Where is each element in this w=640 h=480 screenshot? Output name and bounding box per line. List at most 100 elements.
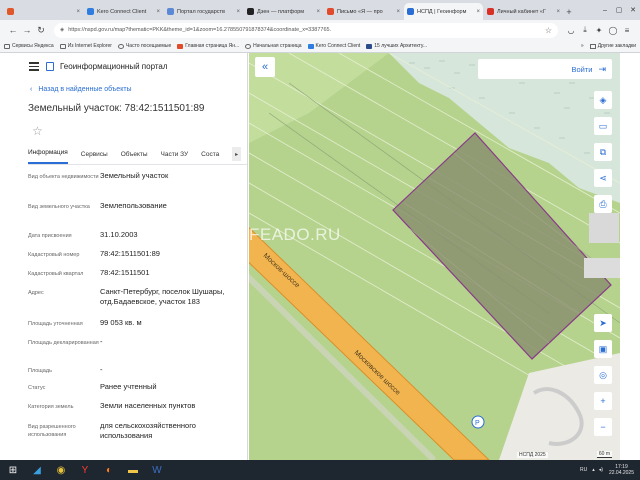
close-tab-icon[interactable]: × [396,9,400,15]
url-field[interactable]: ◈ https://nspd.gov.ru/map?thematic=PKK&t… [54,22,558,38]
property-row: Площадь уточненная 99 053 кв. м [28,318,247,337]
login-arrow-icon: ⇥ [598,63,606,74]
rectangle-icon: ▭ [598,120,608,131]
menu-icon[interactable]: ≡ [620,26,634,35]
back-to-results-link[interactable]: ‹ Назад в найденные объекты [0,79,247,99]
reload-icon[interactable]: ↻ [34,25,48,36]
close-tab-icon[interactable]: × [156,9,160,15]
property-value: 99 053 кв. м [100,318,142,327]
property-row: Вид объекта недвижимости Земельный участо… [28,171,247,201]
browser-tab[interactable]: × [4,3,83,20]
tab-label: Портал государств [177,8,225,15]
bookmark-item[interactable]: Начальная страница [245,43,302,49]
tab-information[interactable]: Информация [28,149,68,164]
tab-composition[interactable]: Соста [201,151,219,164]
tray-arrow-icon[interactable]: ▴ [592,467,595,473]
language-indicator[interactable]: RU [580,467,587,473]
close-tab-icon[interactable]: × [476,9,480,15]
map-copyright: НСПД 2025 [517,452,548,458]
browser-tab[interactable]: Kero Connect Client × [84,3,163,20]
property-key: Вид земельного участка [28,204,90,210]
zoom-in-button[interactable]: + [594,392,612,410]
close-window-icon[interactable]: ✕ [626,6,640,14]
locate-tool-button[interactable]: ➤ [594,314,612,332]
bookmark-item[interactable]: 15 лучших Архитекту... [366,43,427,49]
forward-arrow-icon[interactable]: → [20,25,34,35]
taskbar-app[interactable]: ▬ [122,461,144,479]
folder-icon [59,43,66,49]
print-tool-button[interactable]: ⎙ [594,195,612,213]
maximize-icon[interactable]: ▢ [612,6,626,14]
property-value: 78:42:1511501:89 [100,249,160,258]
tab-label: Личный кабинет «Г [497,8,546,15]
clock[interactable]: 17:19 22.04.2025 [609,464,634,476]
layers-tool-button[interactable]: ◈ [594,91,612,109]
browser-tab[interactable]: Дзен — платформ × [244,3,323,20]
bookmark-star-icon[interactable]: ☆ [545,26,552,35]
geolocation-tool-button[interactable]: ◎ [594,366,612,384]
browser-tab[interactable]: Портал государств × [164,3,243,20]
new-tab-button[interactable]: + [564,3,574,20]
tab-favicon-icon [407,8,414,15]
volume-icon[interactable]: ◂) [599,467,603,473]
map-mode-tool-button[interactable]: ▭ [594,117,612,135]
back-arrow-icon[interactable]: ← [6,25,20,35]
bookmark-item[interactable]: Главная страница Ян... [177,43,239,49]
basemap-tool-button[interactable]: ▣ [594,340,612,358]
close-tab-icon[interactable]: × [76,9,80,15]
tab-favicon-icon [247,8,254,15]
close-tab-icon[interactable]: × [556,9,560,15]
other-bookmarks[interactable]: » Другие закладки [581,43,636,49]
tab-objects[interactable]: Объекты [121,151,148,164]
pocket-icon[interactable]: ◡ [564,26,578,35]
browser-tab-active[interactable]: НСПД | Геоинформ × [404,3,483,20]
download-icon[interactable]: ⤓ [578,25,592,35]
windows-logo-icon: ⊞ [8,464,18,476]
start-button[interactable]: ⊞ [2,461,24,479]
property-key: Площадь [28,368,52,374]
other-bookmarks-label: Другие закладки [597,43,636,49]
bookmark-label: 15 лучших Архитекту... [374,43,428,49]
hamburger-menu-icon[interactable] [29,62,39,73]
word-icon: W [152,464,162,476]
map-canvas[interactable]: P Москов-шоссе Московское шоссе FEADO.RU… [249,53,620,460]
tabs-scroll-right-icon[interactable]: ▸ [232,147,241,161]
taskbar-app[interactable]: ◉ [50,461,72,479]
account-icon[interactable]: ◯ [606,26,620,35]
info-tabs: Информация Сервисы Объекты Части ЗУ Сост… [28,145,247,165]
share-tool-button[interactable]: ⋖ [594,169,612,187]
property-key: Кадастровый номер [28,252,80,258]
browser-tab[interactable]: Письмо «Я — про × [324,3,403,20]
taskbar-app[interactable]: W [146,461,168,479]
login-button[interactable]: Войти ⇥ [478,59,612,79]
bookmark-label: Начальная страница [253,43,302,49]
extension-icon[interactable]: ✦ [592,26,606,35]
close-tab-icon[interactable]: × [316,9,320,15]
folder-icon [4,43,10,49]
clock-date: 22.04.2025 [608,470,634,476]
zoom-out-button[interactable]: − [594,418,612,436]
bookmark-item[interactable]: Часто посещаемые [117,43,171,49]
property-key: Категория земель [28,404,74,410]
browser-tab[interactable]: Личный кабинет «Г × [484,3,563,20]
tab-parcel-parts[interactable]: Части ЗУ [161,151,189,164]
close-tab-icon[interactable]: × [236,9,240,15]
tab-services[interactable]: Сервисы [81,151,108,164]
chrome-icon: ◉ [56,464,66,476]
taskbar-app[interactable]: ◢ [26,461,48,479]
favorite-star-icon[interactable]: ☆ [0,117,247,145]
print-icon: ⎙ [599,198,607,209]
chevron-left-icon: ‹ [30,85,33,93]
kero-icon [307,43,314,49]
collapse-panel-button[interactable]: « [255,57,275,77]
property-row: Кадастровый квартал 78:42:1511501 [28,268,247,287]
bookmark-item[interactable]: Из Internet Explorer [59,43,112,49]
plus-icon: + [600,396,606,406]
bookmark-item[interactable]: Kero Connect Client [307,43,360,49]
taskbar-app[interactable]: ◐ [98,461,120,479]
bookmark-item[interactable]: Сервисы Яндекса [4,43,54,49]
taskbar-app[interactable]: Y [74,461,96,479]
minimize-icon[interactable]: – [598,7,612,14]
tab-favicon-icon [7,8,14,15]
export-tool-button[interactable]: ⧉ [594,143,612,161]
